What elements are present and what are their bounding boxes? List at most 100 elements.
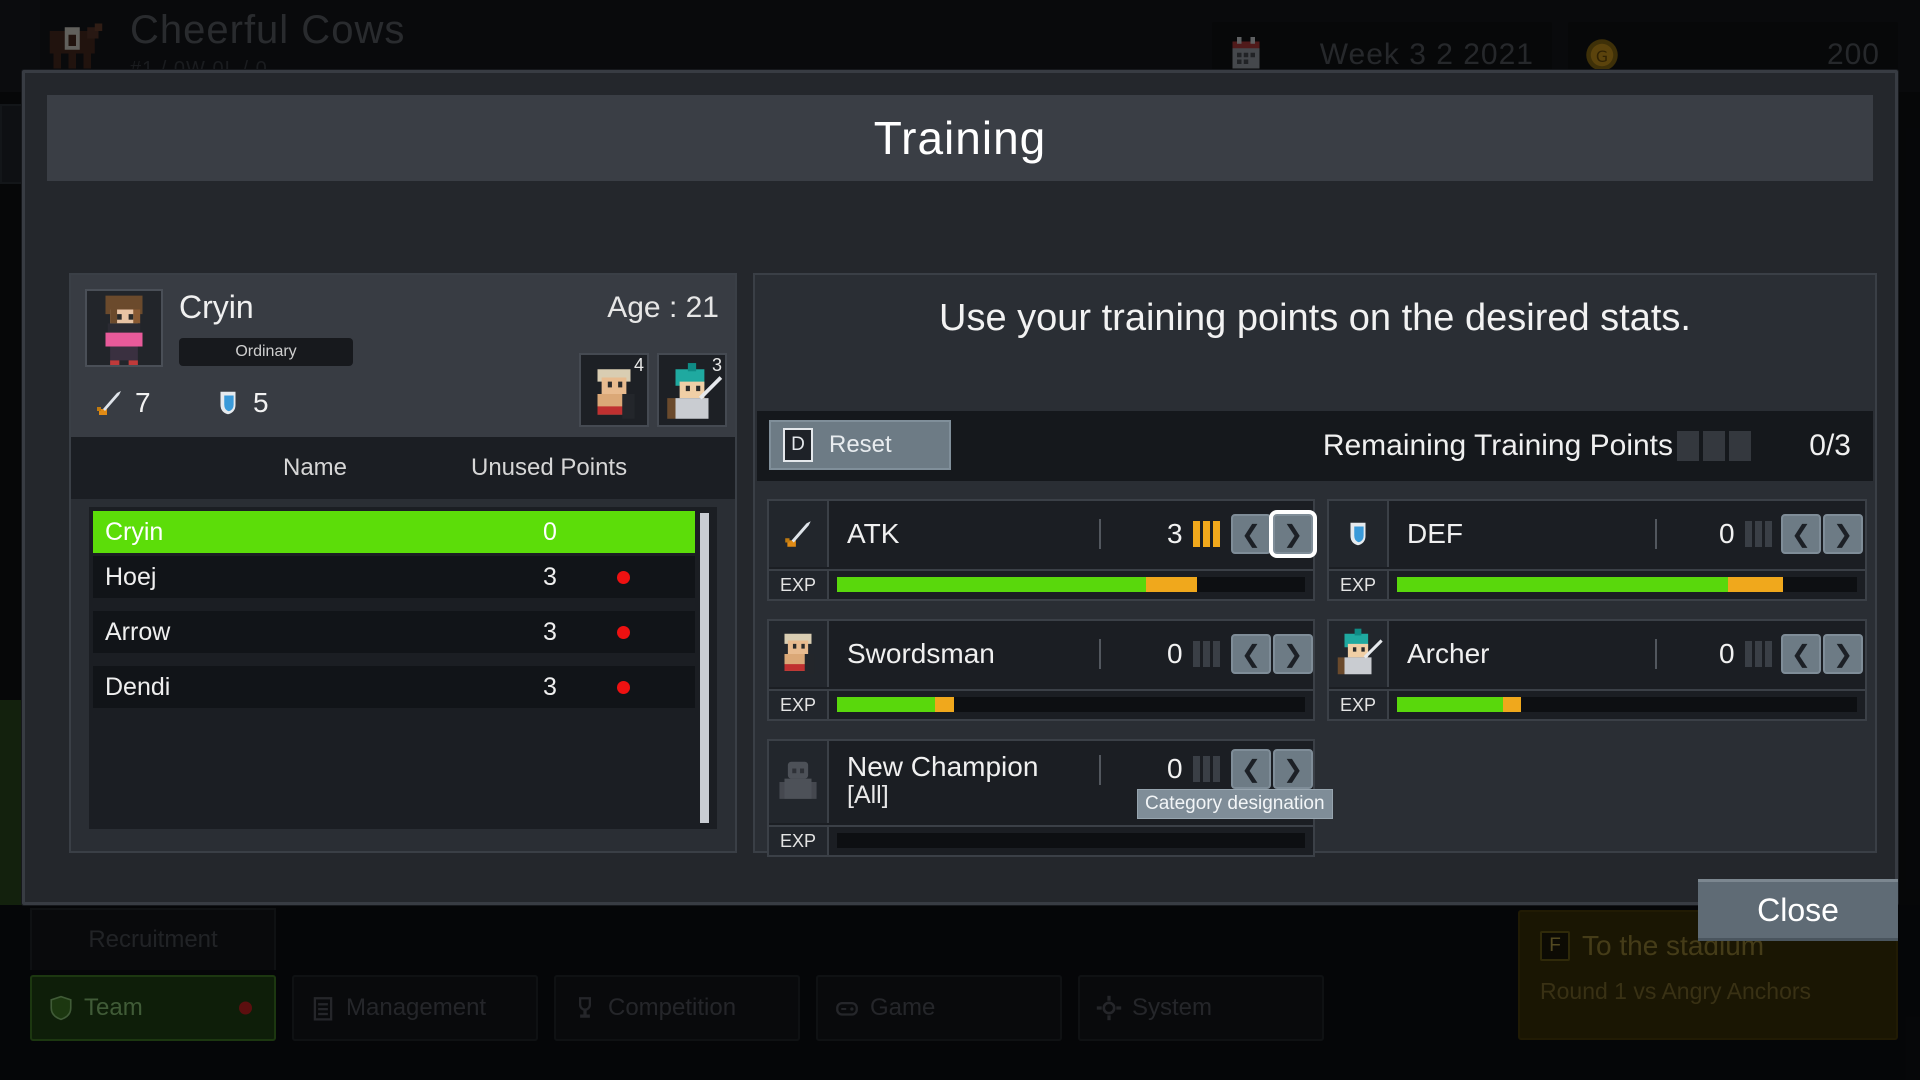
stat-def-decrement-button[interactable]: ❮: [1781, 514, 1821, 554]
stat-divider: [1099, 519, 1101, 549]
stat-card-atk-value: 3: [1167, 518, 1183, 549]
stat-card-atk-name: ATK: [847, 518, 900, 549]
roster-row-name: Cryin: [105, 517, 164, 546]
training-instruction: Use your training points on the desired …: [939, 297, 1691, 339]
unknown-champion-portrait-icon: [769, 741, 829, 823]
roster-row-notification-dot: [617, 570, 630, 584]
player-panel: Cryin Age : 21 Ordinary 7 5 4 3 Name Unu…: [69, 273, 737, 853]
stat-swordsman-increment-button[interactable]: ❯: [1273, 634, 1313, 674]
stat-pip: [1755, 521, 1762, 547]
roster-row-arrow[interactable]: Arrow 3: [93, 611, 695, 653]
player-name: Cryin: [179, 289, 254, 325]
stat-new-champion-decrement-button[interactable]: ❮: [1231, 749, 1271, 789]
exp-fill-green: [1397, 697, 1503, 712]
exp-label: EXP: [769, 691, 829, 719]
exp-track: [1397, 577, 1857, 592]
stat-card-atk-exp: EXP: [769, 569, 1313, 599]
exp-track: [1397, 697, 1857, 712]
roster-row-points: 3: [543, 562, 557, 591]
stat-card-swordsman-header: Swordsman 0 ❮ ❯: [769, 621, 1313, 687]
roster-row-cryin[interactable]: Cryin 0: [93, 511, 695, 553]
remaining-points-boxes: [1677, 431, 1751, 461]
player-class-archer-level: 3: [711, 355, 722, 375]
stat-atk-decrement-button[interactable]: ❮: [1231, 514, 1271, 554]
stat-card-archer-pips: [1745, 641, 1772, 667]
roster-row-name: Dendi: [105, 672, 171, 701]
stat-card-archer-name: Archer: [1407, 638, 1490, 669]
stat-new-champion-increment-button[interactable]: ❯: [1273, 749, 1313, 789]
stat-divider: [1099, 755, 1101, 785]
stat-pip: [1213, 756, 1220, 782]
stat-archer-decrement-button[interactable]: ❮: [1781, 634, 1821, 674]
exp-label: EXP: [769, 827, 829, 855]
exp-label: EXP: [1329, 571, 1389, 599]
stat-card-atk: ATK 3 ❮ ❯ EXP: [767, 499, 1315, 601]
reset-label: Reset: [829, 431, 892, 458]
stat-def-increment-button[interactable]: ❯: [1823, 514, 1863, 554]
training-modal: Training Cryin Age: 21 Ordinary 7 5 4 3…: [22, 70, 1898, 941]
exp-fill-green: [837, 577, 1146, 592]
stat-pip: [1193, 521, 1200, 547]
close-button[interactable]: Close: [1698, 879, 1898, 941]
shield-icon: [220, 391, 236, 415]
roster-col-name: Name: [283, 454, 348, 481]
remaining-points-label: Remaining Training Points: [1322, 429, 1673, 462]
stat-card-new-champion-exp: EXP: [769, 825, 1313, 855]
stat-card-new-champion-header: New Champion [All] 0 ❮ ❯ Category design…: [769, 741, 1333, 823]
player-trait-badge: Ordinary: [179, 338, 353, 366]
remaining-points-fraction: 0/3: [1809, 429, 1851, 462]
exp-fill-green: [1397, 577, 1729, 592]
modal-title: Training: [873, 112, 1047, 164]
player-def-value: 5: [253, 387, 269, 418]
exp-fill-green: [837, 697, 936, 712]
reset-key-badge: D: [783, 428, 813, 462]
stat-pip: [1765, 641, 1772, 667]
roster-row-name: Hoej: [105, 562, 157, 591]
stat-atk-increment-button[interactable]: ❯: [1273, 514, 1313, 554]
player-class-swordsman-level: 4: [633, 355, 644, 375]
player-class-swordsman[interactable]: 4: [579, 353, 649, 427]
category-designation-tooltip[interactable]: Category designation: [1137, 789, 1333, 819]
stat-swordsman-decrement-button[interactable]: ❮: [1231, 634, 1271, 674]
stat-archer-increment-button[interactable]: ❯: [1823, 634, 1863, 674]
stat-divider: [1655, 519, 1657, 549]
training-points-bar: D Reset Remaining Training Points 0/3: [757, 411, 1873, 481]
training-panel: Use your training points on the desired …: [753, 273, 1877, 857]
stat-card-def-header: DEF 0 ❮ ❯: [1329, 501, 1865, 567]
player-class-archer[interactable]: 3: [657, 353, 727, 427]
stat-card-new-champion-pips: [1193, 756, 1220, 782]
roster-row-name: Arrow: [105, 617, 171, 646]
exp-label: EXP: [1329, 691, 1389, 719]
roster-row-dendi[interactable]: Dendi 3: [93, 666, 695, 708]
stat-card-archer: Archer 0 ❮ ❯ EXP: [1327, 619, 1867, 721]
stat-pip: [1203, 521, 1210, 547]
stat-pip: [1193, 756, 1200, 782]
roster-row-notification-dot: [617, 625, 630, 639]
player-age: Age : 21: [607, 291, 719, 324]
stat-card-def-exp: EXP: [1329, 569, 1865, 599]
modal-title-bar: Training: [47, 95, 1873, 181]
roster-row-points: 0: [543, 517, 557, 546]
stat-card-archer-exp: EXP: [1329, 689, 1865, 719]
roster-row-points: 3: [543, 672, 557, 701]
stat-pip: [1745, 641, 1752, 667]
stat-card-new-champion: New Champion [All] 0 ❮ ❯ Category design…: [767, 739, 1333, 857]
sword-icon: [97, 391, 121, 415]
exp-track: [837, 697, 1305, 712]
roster-row-points: 3: [543, 617, 557, 646]
stat-card-archer-value: 0: [1719, 638, 1735, 669]
exp-track: [837, 577, 1305, 592]
roster-row-hoej[interactable]: Hoej 3: [93, 556, 695, 598]
stat-pip: [1203, 756, 1210, 782]
roster-row-notification-dot: [617, 680, 630, 694]
roster-table-header: Name Unused Points: [71, 437, 735, 499]
roster-col-points: Unused Points: [471, 454, 628, 481]
stat-card-atk-header: ATK 3 ❮ ❯: [769, 501, 1313, 567]
stat-pip: [1213, 521, 1220, 547]
sword-icon: [769, 501, 829, 567]
exp-track: [837, 833, 1305, 848]
stat-divider: [1655, 639, 1657, 669]
reset-button[interactable]: D Reset: [769, 420, 951, 470]
roster-scrollbar[interactable]: [700, 513, 709, 823]
stat-card-swordsman-value: 0: [1167, 638, 1183, 669]
